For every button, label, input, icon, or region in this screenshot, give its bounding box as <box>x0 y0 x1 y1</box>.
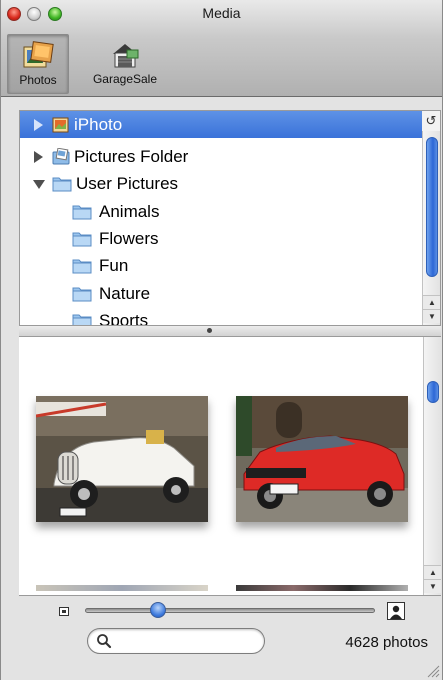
scroll-down-arrow-icon[interactable]: ▼ <box>423 309 440 323</box>
scroll-down-arrow-icon[interactable]: ▼ <box>424 579 441 593</box>
folder-icon <box>52 177 72 192</box>
toolbar-garagesale-button[interactable]: GarageSale <box>83 34 167 94</box>
search-input[interactable] <box>116 632 256 650</box>
photo-browser-scrollbar[interactable]: ▲ ▼ <box>423 337 441 595</box>
source-item-label: Fun <box>99 256 129 275</box>
source-item-user-pictures[interactable]: User Pictures <box>20 170 422 197</box>
iphoto-icon <box>52 117 69 133</box>
photos-icon <box>23 41 54 68</box>
refresh-icon[interactable]: ↺ <box>422 111 440 131</box>
search-icon <box>97 634 112 649</box>
photo-size-slider-knob[interactable] <box>149 602 166 618</box>
source-item-label: iPhoto <box>74 115 123 134</box>
source-list-scrollbar[interactable]: ↺ ▲ ▼ <box>422 111 440 325</box>
source-item-flowers[interactable]: Flowers <box>20 225 422 252</box>
photo-size-slider[interactable] <box>85 608 375 613</box>
media-window: Media Photos GarageSale iPhoto Pictures … <box>0 0 443 680</box>
photo-thumbnail[interactable] <box>36 396 208 522</box>
white-car-photo <box>36 396 208 522</box>
disclosure-triangle-icon[interactable] <box>33 180 45 189</box>
window-title: Media <box>202 5 241 21</box>
photo-browser: ▲ ▼ <box>19 337 441 596</box>
photo-thumbnail[interactable] <box>36 585 208 591</box>
search-field[interactable] <box>87 628 265 654</box>
folder-icon <box>72 287 92 302</box>
source-item-label: Pictures Folder <box>74 147 189 166</box>
scroll-up-arrow-icon[interactable]: ▲ <box>424 565 441 579</box>
source-item-iphoto[interactable]: iPhoto <box>20 111 422 138</box>
folder-icon <box>72 205 92 220</box>
disclosure-triangle-icon[interactable] <box>34 151 43 163</box>
folder-icon <box>72 314 92 325</box>
toolbar-garagesale-label: GarageSale <box>92 72 158 86</box>
folder-icon <box>72 259 92 274</box>
photo-browser-scroll-thumb[interactable] <box>427 381 439 403</box>
source-item-nature[interactable]: Nature <box>20 280 422 307</box>
resize-grip-icon[interactable] <box>426 664 440 678</box>
source-item-label: Sports <box>99 311 149 326</box>
folder-icon <box>72 232 92 247</box>
disclosure-triangle-icon[interactable] <box>34 119 43 131</box>
pictures-folder-icon <box>52 148 70 165</box>
person-icon <box>390 605 402 619</box>
source-list-scroll-thumb[interactable] <box>426 137 438 277</box>
source-item-sports[interactable]: Sports <box>20 307 422 326</box>
source-item-label: Nature <box>99 284 151 303</box>
scroll-up-arrow-icon[interactable]: ▲ <box>423 295 440 309</box>
toolbar-photos-label: Photos <box>19 73 57 87</box>
garagesale-icon <box>113 44 139 68</box>
source-item-animals[interactable]: Animals <box>20 198 422 225</box>
toolbar-photos-button[interactable]: Photos <box>7 34 69 94</box>
photo-thumbnail[interactable] <box>236 585 408 591</box>
small-photo-icon[interactable] <box>59 607 69 616</box>
photo-count: 4628 photos <box>345 634 428 651</box>
large-photo-icon[interactable] <box>387 602 405 620</box>
source-item-label: Flowers <box>99 229 159 248</box>
splitter-handle-icon[interactable] <box>207 328 212 333</box>
source-item-label: Animals <box>99 202 160 221</box>
photo-thumbnail[interactable] <box>236 396 408 522</box>
source-item-fun[interactable]: Fun <box>20 252 422 279</box>
source-item-label: User Pictures <box>76 174 179 193</box>
title-bar: Media Photos GarageSale <box>1 0 442 97</box>
red-car-photo <box>236 396 408 522</box>
source-item-pictures-folder[interactable]: Pictures Folder <box>20 143 422 170</box>
pane-splitter[interactable] <box>19 326 441 337</box>
source-list: iPhoto Pictures Folder User Pictures Ani… <box>19 110 441 326</box>
